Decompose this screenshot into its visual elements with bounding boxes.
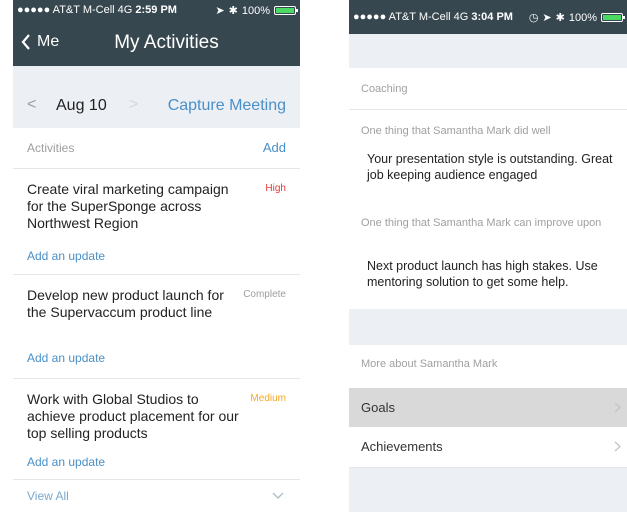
activity-item[interactable]: Create viral marketing campaign for the …	[13, 169, 300, 275]
divider	[349, 109, 627, 110]
chevron-right-icon	[614, 441, 621, 452]
bluetooth-icon: ✱	[228, 5, 238, 17]
location-icon: ➤	[215, 5, 225, 17]
activities-header: Activities Add	[13, 128, 300, 169]
chevron-right-icon	[614, 402, 621, 413]
next-date-button[interactable]: >	[129, 96, 138, 114]
activity-title: Develop new product launch for the Super…	[27, 287, 224, 320]
status-time: 3:04 PM	[471, 11, 513, 23]
location-icon: ➤	[542, 12, 552, 24]
add-update-link[interactable]: Add an update	[27, 455, 105, 469]
chevron-down-icon	[272, 492, 284, 499]
activities-screen: ●●●●● AT&T M-Cell 4G 2:59 PM ➤ ✱ 100% Me…	[13, 0, 300, 512]
status-bar: ●●●●● AT&T M-Cell 4G 3:04 PM ◷ ➤ ✱ 100%	[349, 0, 627, 34]
alarm-icon: ◷	[528, 12, 539, 24]
previous-date-button[interactable]: <	[27, 96, 36, 114]
status-time: 2:59 PM	[135, 4, 177, 16]
nav-bar: ●●●●● AT&T M-Cell 4G 2:59 PM ➤ ✱ 100% Me…	[13, 0, 300, 66]
add-update-link[interactable]: Add an update	[27, 351, 105, 365]
goals-row[interactable]: Goals	[349, 388, 627, 427]
battery-percent: 100%	[241, 4, 270, 17]
goals-label: Goals	[361, 400, 395, 415]
add-activity-button[interactable]: Add	[263, 140, 286, 155]
activity-priority: Complete	[243, 289, 286, 300]
improve-label: One thing that Samantha Mark can improve…	[361, 217, 602, 229]
activity-priority: Medium	[250, 393, 286, 404]
battery-icon	[274, 6, 298, 15]
capture-meeting-button[interactable]: Capture Meeting	[168, 97, 286, 115]
achievements-label: Achievements	[361, 439, 443, 454]
view-all-row[interactable]: View All	[13, 480, 300, 512]
more-about-label: More about Samantha Mark	[361, 358, 498, 370]
add-update-link[interactable]: Add an update	[27, 249, 105, 263]
header-spacer	[349, 34, 627, 68]
bottom-spacer	[349, 468, 627, 512]
carrier-text: ●●●●● AT&T M-Cell 4G 2:59 PM	[17, 4, 177, 16]
activity-priority: High	[265, 183, 286, 194]
current-date: Aug 10	[56, 97, 107, 114]
did-well-text: Your presentation style is outstanding. …	[367, 152, 613, 182]
activity-item[interactable]: Develop new product launch for the Super…	[13, 275, 300, 379]
coaching-screen: ●●●●● AT&T M-Cell 4G 3:04 PM ◷ ➤ ✱ 100% …	[349, 0, 627, 512]
improve-text: Next product launch has high stakes. Use…	[367, 259, 598, 289]
carrier-text: ●●●●● AT&T M-Cell 4G 3:04 PM	[353, 11, 513, 23]
coaching-label: Coaching	[361, 83, 408, 95]
activity-item[interactable]: Work with Global Studios to achieve prod…	[13, 379, 300, 480]
battery-icon	[601, 13, 625, 22]
activities-label: Activities	[27, 141, 75, 155]
coaching-card: Coaching One thing that Samantha Mark di…	[349, 68, 627, 309]
achievements-row[interactable]: Achievements	[349, 427, 627, 468]
bluetooth-icon: ✱	[555, 12, 565, 24]
view-all-link[interactable]: View All	[27, 489, 69, 503]
section-spacer	[349, 309, 627, 345]
page-title: My Activities	[114, 32, 219, 53]
did-well-label: One thing that Samantha Mark did well	[361, 125, 551, 137]
more-header: More about Samantha Mark	[349, 345, 627, 388]
battery-percent: 100%	[568, 11, 597, 24]
activity-title: Create viral marketing campaign for the …	[27, 181, 229, 231]
date-bar: < Aug 10 > Capture Meeting	[13, 66, 300, 128]
status-bar: ●●●●● AT&T M-Cell 4G 2:59 PM ➤ ✱ 100%	[13, 0, 300, 20]
activity-title: Work with Global Studios to achieve prod…	[27, 391, 239, 441]
